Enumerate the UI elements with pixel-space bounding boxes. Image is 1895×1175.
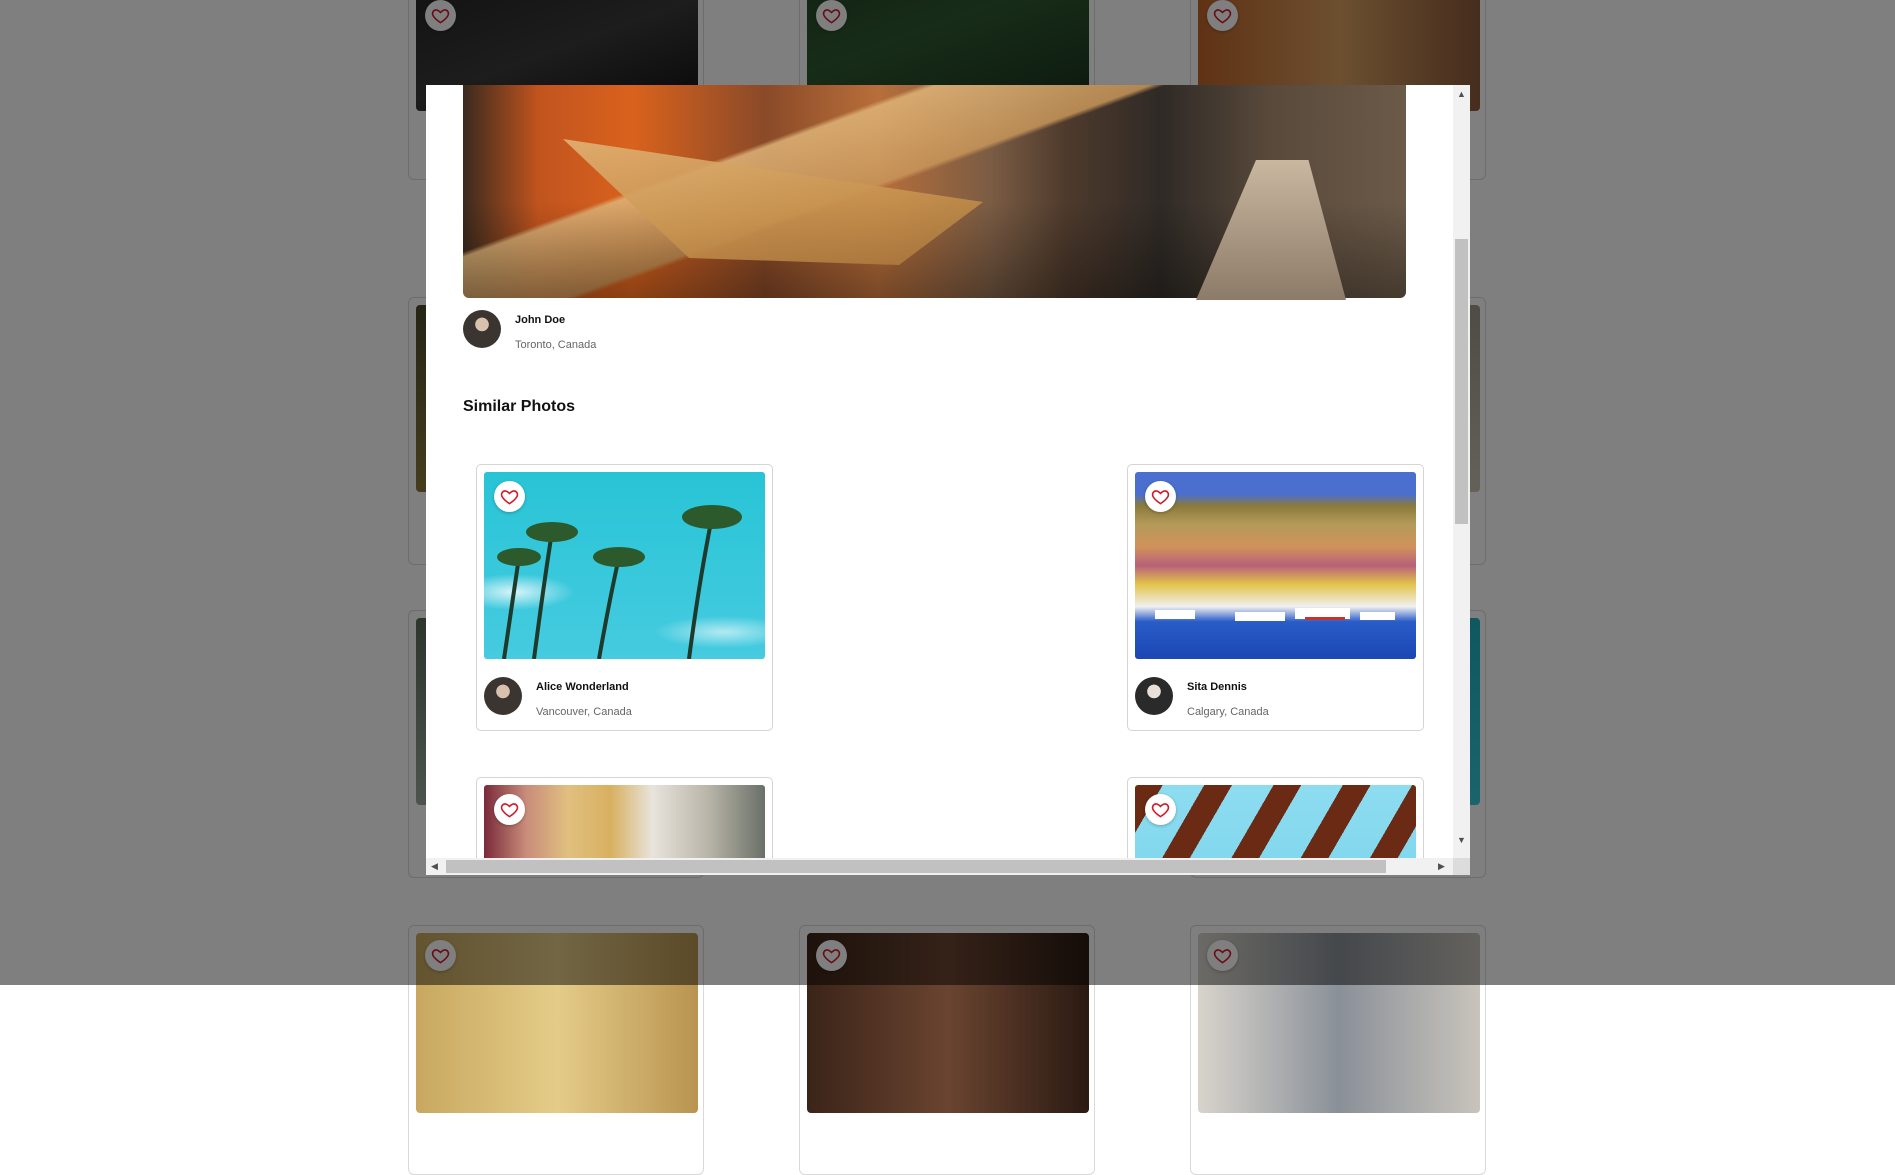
vertical-scrollbar-thumb[interactable]: [1455, 239, 1468, 524]
photo-author: Sita Dennis Calgary, Canada: [1135, 677, 1269, 718]
similar-photo: [1135, 472, 1416, 659]
author-name[interactable]: John Doe: [515, 314, 596, 326]
favorite-button[interactable]: [494, 794, 525, 825]
main-photo: [463, 85, 1406, 300]
author-location: Calgary, Canada: [1187, 706, 1269, 718]
scroll-left-arrow-icon[interactable]: ◀: [431, 862, 438, 871]
favorite-button[interactable]: [1145, 794, 1176, 825]
author-name[interactable]: Sita Dennis: [1187, 681, 1269, 693]
avatar[interactable]: [463, 310, 501, 348]
main-photo-detail: [1196, 160, 1346, 300]
heart-icon: [500, 490, 519, 505]
author-location: Vancouver, Canada: [536, 706, 632, 718]
heart-icon: [500, 803, 519, 818]
palm-trees-illustration: [497, 505, 742, 659]
horizontal-scrollbar[interactable]: ◀ ▶: [426, 858, 1453, 875]
similar-photo-card[interactable]: Sita Dennis Calgary, Canada: [1127, 464, 1424, 731]
author-name[interactable]: Alice Wonderland: [536, 681, 632, 693]
scroll-up-arrow-icon[interactable]: ▲: [1457, 90, 1466, 99]
harbor-boats-illustration: [1155, 608, 1395, 621]
heart-icon: [1151, 803, 1170, 818]
scrollbar-corner: [1453, 858, 1470, 875]
scroll-down-arrow-icon[interactable]: ▼: [1457, 836, 1466, 845]
horizontal-scrollbar-thumb[interactable]: [446, 860, 1386, 873]
avatar[interactable]: [1135, 677, 1173, 715]
photo-author: Alice Wonderland Vancouver, Canada: [484, 677, 632, 718]
favorite-button[interactable]: [494, 481, 525, 512]
photo-modal: John Doe Toronto, Canada Similar Photos: [426, 85, 1470, 875]
similar-photo-card[interactable]: Alice Wonderland Vancouver, Canada: [476, 464, 773, 731]
heart-icon: [1151, 490, 1170, 505]
favorite-button[interactable]: [1145, 481, 1176, 512]
section-title: Similar Photos: [463, 398, 576, 415]
author-location: Toronto, Canada: [515, 339, 597, 351]
similar-photo: [484, 472, 765, 659]
avatar[interactable]: [484, 677, 522, 715]
main-photo-author: John Doe Toronto, Canada: [463, 310, 596, 351]
vertical-scrollbar[interactable]: ▲ ▼: [1453, 85, 1470, 858]
scroll-right-arrow-icon[interactable]: ▶: [1438, 862, 1445, 871]
main-photo-detail: [563, 139, 983, 265]
